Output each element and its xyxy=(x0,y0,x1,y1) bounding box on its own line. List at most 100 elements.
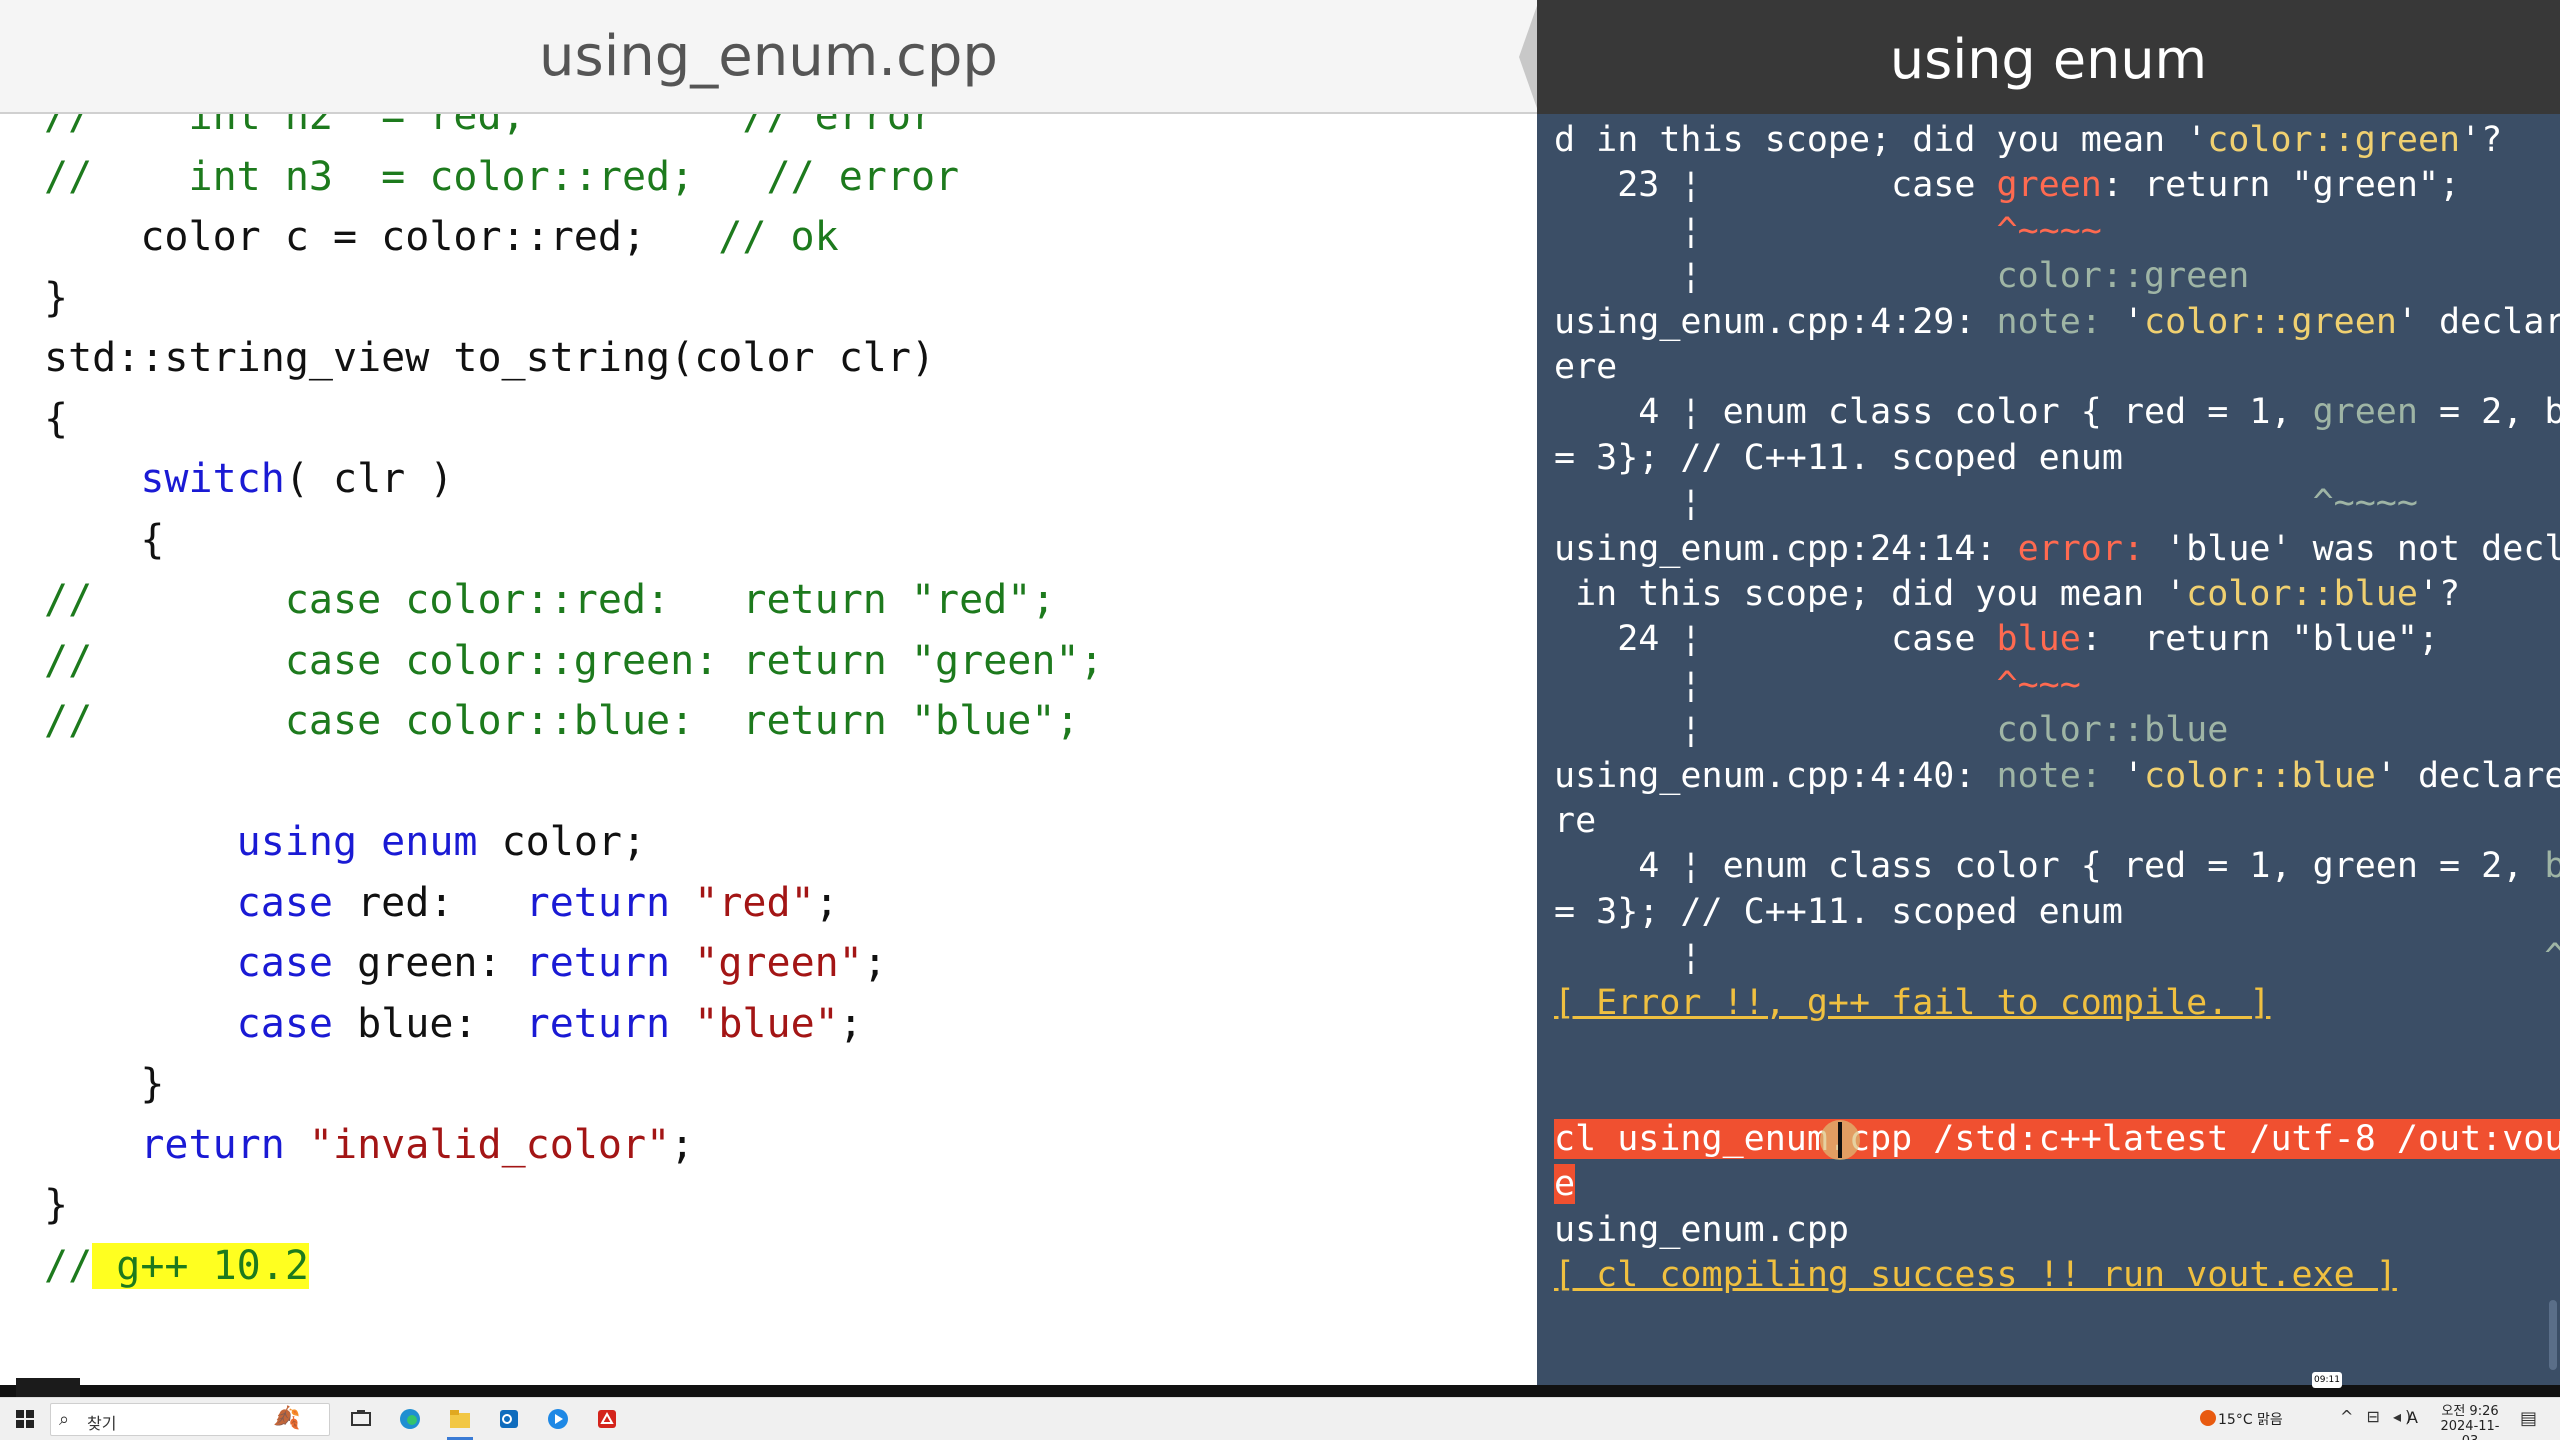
text-span: // case color::green: return "green"; xyxy=(44,637,1104,684)
app-blue-icon[interactable] xyxy=(545,1406,571,1432)
system-tray-icons[interactable]: ^ ⊟ ◂) xyxy=(2340,1407,2415,1426)
code-line: case blue: return "blue"; xyxy=(44,994,863,1054)
text-span: // case color::blue: return "blue"; xyxy=(44,698,1080,744)
notification-icon[interactable]: ▤ xyxy=(2520,1408,2537,1429)
code-line: // case color::green: return "green"; xyxy=(44,631,1104,691)
code-line: // g++ 10.2 xyxy=(44,1236,309,1296)
text-span: cl using_enum.cpp /std:c++latest /utf-8 … xyxy=(1554,1118,2560,1159)
text-span xyxy=(670,1001,694,1047)
text-span: { xyxy=(44,395,69,442)
text-span: ' xyxy=(2122,755,2145,796)
text-span: 'blue' was not declared xyxy=(2165,528,2560,569)
text-span: color::blue xyxy=(1996,710,2229,751)
text-span: } xyxy=(44,274,69,321)
text-span: "green" xyxy=(694,940,863,986)
terminal-line: using_enum.cpp:4:29: note: 'color::green… xyxy=(1554,300,2560,345)
text-span: blue: xyxy=(332,1000,526,1047)
text-span: color::blue xyxy=(2186,574,2418,614)
terminal-line: = 3}; // C++11. scoped enum xyxy=(1554,436,2123,481)
weather-icon[interactable] xyxy=(2200,1410,2216,1426)
terminal-line: ¦ ^~~~~ xyxy=(1554,209,2102,254)
time-tooltip: 09:11 xyxy=(2312,1372,2342,1388)
text-span: color::green xyxy=(1996,256,2250,297)
search-icon: ⌕ xyxy=(59,1409,70,1430)
input-method-indicator[interactable]: A xyxy=(2407,1408,2418,1427)
text-span: 4 ¦ enum class color { red = 1, xyxy=(1554,392,2313,433)
text-span: "blue" xyxy=(694,1000,839,1047)
text-span: error: xyxy=(2017,528,2166,569)
file-explorer-icon[interactable] xyxy=(447,1406,473,1432)
text-span: "invalid_color" xyxy=(308,1121,671,1168)
text-span: note: xyxy=(1996,755,2123,796)
weather-widget[interactable]: 15°C 맑음 xyxy=(2218,1409,2283,1429)
text-span: ' xyxy=(2122,301,2145,342)
text-span: ere xyxy=(1554,347,1618,387)
clock-time[interactable]: 오전 9:26 xyxy=(2434,1400,2506,1419)
text-span: { xyxy=(44,516,165,563)
terminal-scrollbar[interactable] xyxy=(2549,1300,2557,1370)
text-span xyxy=(44,880,237,926)
terminal-title-bar: using enum xyxy=(1537,0,2560,114)
acrobat-icon[interactable] xyxy=(594,1406,620,1432)
text-span xyxy=(670,940,694,986)
code-line: // int n3 = color::red; // error xyxy=(44,147,959,207)
text-cursor-icon xyxy=(1838,1122,1842,1158)
terminal-line: = 3}; // C++11. scoped enum xyxy=(1554,890,2123,935)
text-span: note: xyxy=(1996,301,2123,342)
terminal-line: [ cl compiling success !! run vout.exe ] xyxy=(1554,1253,2397,1298)
outlook-icon[interactable] xyxy=(496,1406,522,1432)
text-span: ; xyxy=(862,940,887,986)
terminal-line: using_enum.cpp:4:40: note: 'color::blue'… xyxy=(1554,754,2560,799)
terminal-line: 24 ¦ case blue: return "blue"; xyxy=(1554,617,2439,662)
search-input[interactable]: 찾기 xyxy=(87,1410,116,1434)
code-line: } xyxy=(44,1175,68,1235)
terminal-line: ¦ color::green xyxy=(1554,254,2249,299)
text-span: } xyxy=(44,1182,69,1228)
edge-icon[interactable] xyxy=(397,1406,423,1432)
text-span: ^~~~~ xyxy=(1996,210,2102,251)
code-line: std::string_view to_string(color clr) xyxy=(44,328,935,388)
terminal-line: re xyxy=(1554,799,1596,844)
text-span: // xyxy=(44,1242,93,1289)
text-span: ' declared h xyxy=(2396,301,2560,342)
text-span: color::blue xyxy=(2144,755,2376,796)
windows-start-icon[interactable] xyxy=(12,1406,38,1432)
text-span: ; xyxy=(838,1000,863,1047)
text-span: // ok xyxy=(718,214,839,260)
text-span: case xyxy=(236,940,333,986)
taskbar-search-box[interactable]: ⌕ 찾기 🍂 xyxy=(50,1403,330,1436)
terminal-line: ¦ ^~~~ xyxy=(1554,935,2560,980)
text-span: blue xyxy=(1996,619,2081,660)
terminal-pane[interactable]: using enum d in this scope; did you mean… xyxy=(1537,0,2560,1385)
task-view-icon[interactable] xyxy=(348,1406,374,1432)
video-control-strip[interactable] xyxy=(0,1385,2560,1397)
text-span: in this scope; did you mean ' xyxy=(1554,574,2187,614)
terminal-line: using_enum.cpp:24:14: error: 'blue' was … xyxy=(1554,527,2560,572)
text-span: using xyxy=(236,819,358,865)
text-span: ^~~~ xyxy=(2544,937,2560,978)
text-span: color::green xyxy=(2144,301,2397,342)
text-span: ¦ xyxy=(1554,937,2545,978)
terminal-line: [ Error !!, g++ fail to compile. ] xyxy=(1554,981,2270,1026)
play-button[interactable] xyxy=(16,1378,80,1398)
terminal-line: ¦ color::blue xyxy=(1554,708,2228,753)
text-span: e xyxy=(1554,1164,1576,1205)
text-span: g++ 10.2 xyxy=(92,1242,309,1289)
terminal-line: in this scope; did you mean 'color::blue… xyxy=(1554,572,2460,617)
text-span: blue xyxy=(2544,846,2560,887)
editor-pane[interactable]: // int n2 = red; // error// int n3 = col… xyxy=(0,0,1537,1385)
text-span: [ cl compiling success !! run vout.exe ] xyxy=(1554,1255,2397,1295)
text-span: ¦ xyxy=(1554,256,1997,297)
terminal-line: ere xyxy=(1554,345,1617,390)
clock-date[interactable]: 2024-11-03 xyxy=(2434,1419,2506,1440)
text-span: return xyxy=(140,1121,285,1168)
text-span: green: xyxy=(332,940,526,986)
text-span: = 3}; // C++11. scoped enum xyxy=(1554,437,2123,478)
text-span xyxy=(44,456,140,502)
terminal-line: ¦ ^~~~ xyxy=(1554,663,2081,708)
text-span: // case color::red: return "red"; xyxy=(44,577,1056,623)
text-span: ¦ xyxy=(1554,483,2313,524)
text-span: ' declared he xyxy=(2375,755,2560,796)
text-span: ^~~~ xyxy=(1996,664,2081,705)
text-span: return xyxy=(525,879,671,926)
